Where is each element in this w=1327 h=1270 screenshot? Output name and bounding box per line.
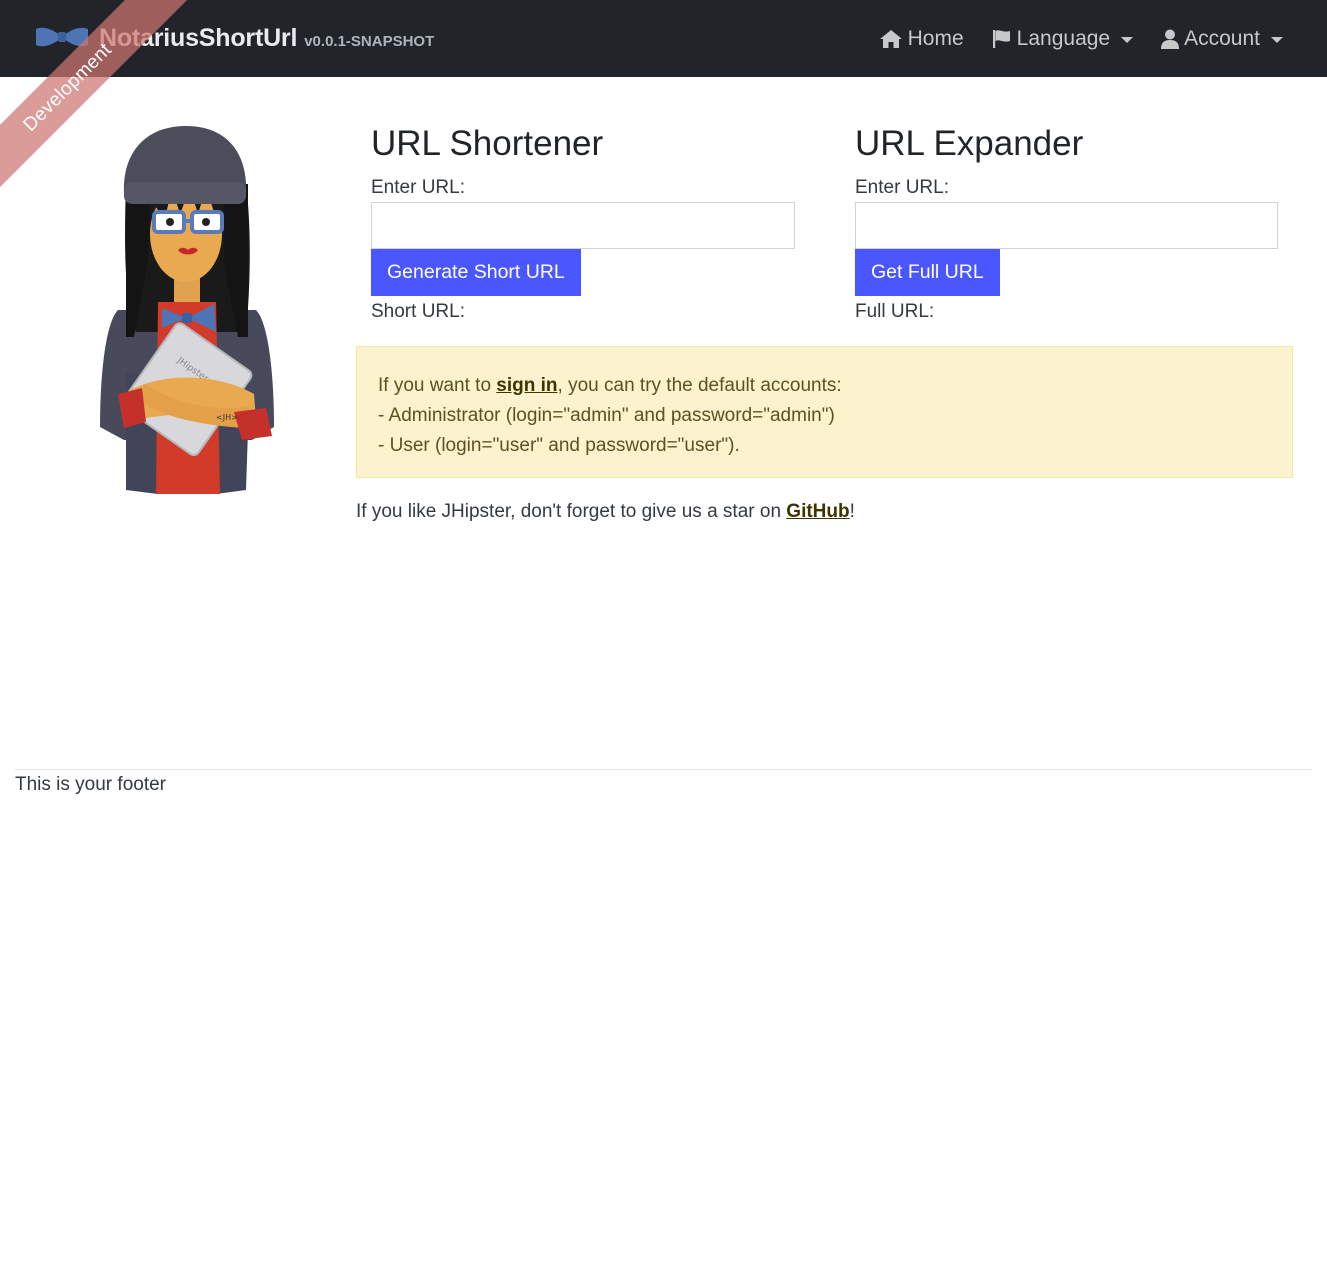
navbar-menu: Home Language Account (851, 20, 1283, 58)
nav-home-label: Home (907, 27, 964, 50)
short-url-result-label: Short URL: (371, 301, 465, 322)
alert-line-2: - Administrator (login="admin" and passw… (378, 405, 835, 426)
expander-url-input[interactable] (855, 202, 1278, 249)
star-suffix: ! (849, 501, 855, 522)
nav-account-label: Account (1184, 27, 1260, 50)
home-icon (879, 30, 902, 48)
nav-language-dropdown[interactable]: Language (992, 27, 1134, 51)
shortener-title: URL Shortener (371, 124, 604, 163)
shortener-input-label: Enter URL: (371, 177, 465, 198)
footer-text: This is your footer (15, 774, 166, 795)
chevron-down-icon (1121, 37, 1134, 43)
expander-title: URL Expander (855, 124, 1084, 163)
full-url-result-label: Full URL: (855, 301, 935, 322)
sign-in-link[interactable]: sign in (496, 375, 557, 396)
brand-link[interactable]: NotariusShortUrl v0.0.1-SNAPSHOT (34, 18, 434, 58)
github-star-text: If you like JHipster, don't forget to gi… (356, 501, 855, 523)
default-accounts-alert: If you want to sign in, you can try the … (356, 346, 1293, 478)
get-full-url-button[interactable]: Get Full URL (855, 249, 1000, 296)
shortener-url-input[interactable] (371, 202, 795, 249)
app-version: v0.0.1-SNAPSHOT (304, 32, 435, 50)
star-prefix: If you like JHipster, don't forget to gi… (356, 501, 787, 522)
bowtie-logo-icon (34, 23, 90, 53)
expander-input-label: Enter URL: (855, 177, 949, 198)
nav-language-label: Language (1016, 27, 1111, 50)
flag-icon (992, 30, 1010, 48)
alert-line-1: If you want to sign in, you can try the … (378, 371, 1271, 401)
chevron-down-icon (1271, 37, 1283, 43)
alert-prefix: If you want to (378, 375, 497, 396)
nav-account-dropdown[interactable]: Account (1161, 27, 1283, 51)
user-icon (1161, 29, 1180, 49)
alert-suffix: , you can try the default accounts: (557, 375, 842, 396)
svg-text:<JH>: <JH> (216, 413, 238, 422)
hipster-illustration: JHipster <JH> (96, 122, 280, 498)
footer-divider (15, 769, 1312, 770)
nav-home[interactable]: Home (879, 27, 964, 51)
navbar: NotariusShortUrl v0.0.1-SNAPSHOT Home La… (0, 0, 1327, 77)
app-title: NotariusShortUrl (99, 23, 298, 52)
alert-line-3: - User (login="user" and password="user"… (378, 435, 740, 456)
github-link[interactable]: GitHub (786, 501, 849, 522)
generate-short-url-button[interactable]: Generate Short URL (371, 249, 581, 296)
